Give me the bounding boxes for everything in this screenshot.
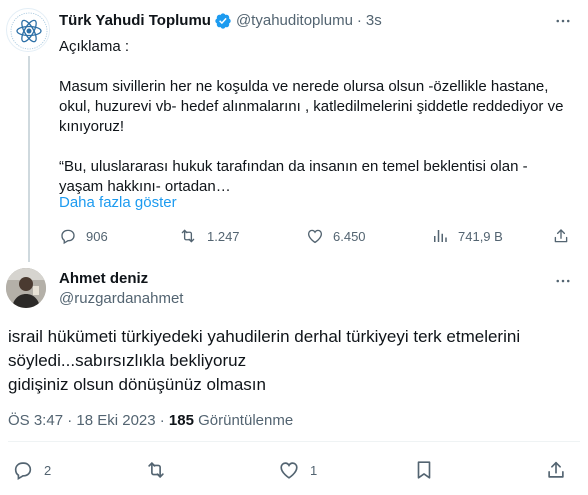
author-handle[interactable]: @tyahuditoplumu bbox=[236, 12, 353, 30]
like-count: 1 bbox=[310, 462, 318, 478]
more-dots-icon bbox=[556, 279, 570, 283]
tweet-time[interactable]: 3s bbox=[366, 12, 382, 30]
thread-connector-line bbox=[28, 56, 30, 262]
more-options-button[interactable] bbox=[551, 12, 575, 30]
share-icon bbox=[554, 229, 568, 243]
bookmark-button[interactable] bbox=[413, 458, 435, 482]
avatar[interactable] bbox=[6, 8, 50, 52]
bookmark-icon bbox=[417, 461, 431, 479]
organization-logo-icon bbox=[8, 10, 49, 51]
reply-icon bbox=[61, 229, 75, 245]
tweet-body: israil hükümeti türkiyedeki yahudilerin … bbox=[8, 327, 521, 394]
parent-tweet-actions: 906 1.247 6.450 741,9 B bbox=[56, 225, 576, 247]
separator-dot: · bbox=[356, 12, 362, 29]
retweet-count: 1.247 bbox=[207, 228, 240, 244]
tweet-metadata: ÖS 3:47 · 18 Eki 2023 · 185 Görüntülenme bbox=[8, 411, 293, 431]
retweet-icon bbox=[181, 229, 195, 243]
retweet-button[interactable]: 1.247 bbox=[178, 225, 240, 247]
retweet-icon bbox=[148, 462, 164, 478]
author-handle[interactable]: @ruzgardanahmet bbox=[59, 290, 183, 308]
parent-tweet-text: Açıklama : Masum sivillerin her ne koşul… bbox=[59, 37, 569, 197]
parent-tweet-header: Türk Yahudi Toplumu @tyahuditoplumu · 3s bbox=[59, 12, 382, 30]
like-button[interactable]: 1 bbox=[278, 458, 317, 482]
divider bbox=[8, 441, 580, 442]
tweet-paragraph: Masum sivillerin her ne koşulda ve nered… bbox=[59, 78, 568, 135]
reply-button[interactable]: 906 bbox=[59, 225, 108, 247]
views-button[interactable]: 741,9 B bbox=[431, 225, 503, 247]
share-button[interactable] bbox=[545, 458, 567, 482]
main-tweet-actions: 2 1 bbox=[0, 458, 588, 482]
retweet-button[interactable] bbox=[144, 458, 168, 482]
view-count: 185 bbox=[168, 412, 194, 429]
like-count: 6.450 bbox=[333, 228, 366, 244]
views-count: 741,9 B bbox=[458, 228, 503, 244]
reply-count: 2 bbox=[44, 462, 52, 478]
share-icon bbox=[548, 461, 564, 478]
reply-count: 906 bbox=[86, 228, 108, 244]
views-icon bbox=[434, 230, 447, 242]
user-photo-icon bbox=[6, 268, 46, 308]
author-name[interactable]: Ahmet deniz bbox=[59, 270, 148, 288]
reply-icon bbox=[14, 462, 32, 480]
show-more-link[interactable]: Daha fazla göster bbox=[59, 193, 177, 213]
tweet-timestamp[interactable]: ÖS 3:47 · 18 Eki 2023 · bbox=[8, 412, 169, 429]
share-button[interactable] bbox=[552, 225, 570, 247]
tweet-paragraph: “Bu, uluslararası hukuk tarafından da in… bbox=[59, 158, 528, 195]
like-icon bbox=[307, 229, 323, 244]
view-label: Görüntülenme bbox=[193, 412, 294, 429]
author-name[interactable]: Türk Yahudi Toplumu bbox=[59, 12, 211, 30]
tweet-paragraph: Açıklama : bbox=[59, 38, 130, 55]
parent-tweet[interactable]: Türk Yahudi Toplumu @tyahuditoplumu · 3s… bbox=[0, 0, 588, 262]
verified-badge-icon bbox=[215, 13, 231, 29]
avatar[interactable] bbox=[6, 268, 46, 308]
more-options-button[interactable] bbox=[551, 272, 575, 290]
reply-button[interactable]: 2 bbox=[12, 458, 51, 482]
main-tweet-text: israil hükümeti türkiyedeki yahudilerin … bbox=[8, 325, 583, 397]
like-button[interactable]: 6.450 bbox=[306, 225, 366, 247]
like-icon bbox=[280, 462, 298, 479]
more-dots-icon bbox=[556, 19, 570, 23]
